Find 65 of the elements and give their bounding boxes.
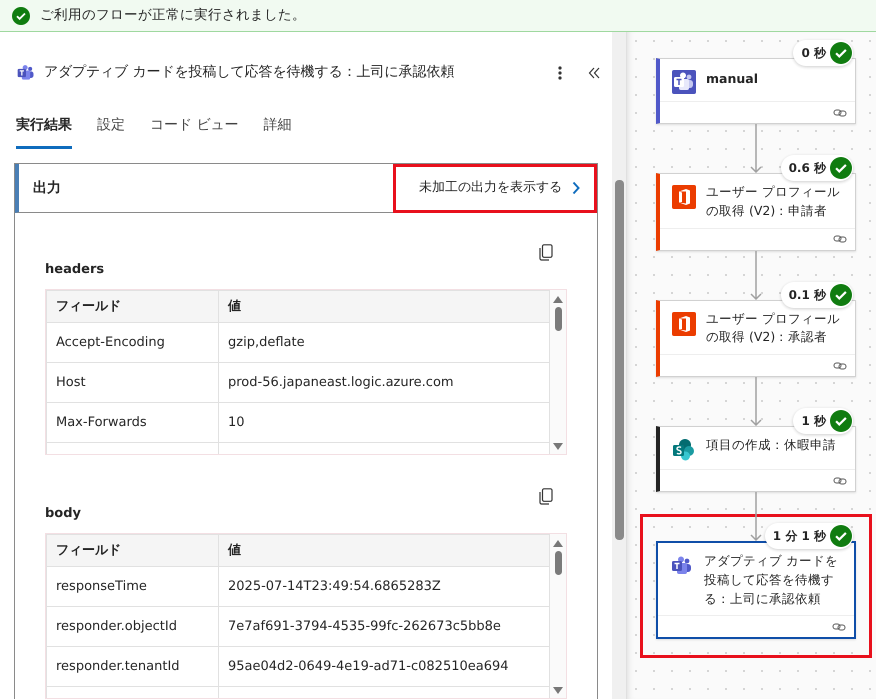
office-icon	[672, 185, 696, 209]
teams-icon	[672, 70, 696, 94]
link-icon[interactable]	[832, 622, 846, 632]
table-cell: 2025-07-14T23:49:54.6865283Z	[218, 566, 550, 606]
panel-title: アダプティブ カードを投稿して応答を待機する：上司に承認依頼	[44, 63, 454, 82]
scroll-up-icon[interactable]	[553, 296, 563, 303]
flow-node[interactable]: ユーザー プロフィールの取得 (V2)：申請者	[656, 173, 856, 250]
sharepoint-icon	[672, 438, 696, 462]
link-icon[interactable]	[833, 476, 847, 486]
raw-output-link[interactable]: 未加工の出力を表示する	[393, 164, 597, 212]
copy-icon[interactable]	[539, 488, 553, 505]
scroll-thumb[interactable]	[554, 307, 562, 331]
table-cell: prod-56.japaneast.logic.azure.com	[218, 362, 550, 402]
tab[interactable]: 設定	[97, 111, 125, 149]
flow-node[interactable]: ユーザー プロフィールの取得 (V2)：承認者	[656, 300, 856, 377]
table-scrollbar[interactable]	[550, 290, 566, 454]
table-cell: Max-Forwards	[46, 402, 218, 442]
table-cell: gzip,deflate	[218, 322, 550, 362]
table-cell: 95ae04d2-0649-4e19-ad71-c082510ea694	[218, 646, 550, 686]
collapse-icon[interactable]	[588, 66, 600, 78]
node-title: 項目の作成：休暇申請	[706, 436, 836, 454]
scroll-thumb[interactable]	[554, 551, 562, 575]
node-title: アダプティブ カードを投稿して応答を待機する：上司に承認依頼	[704, 552, 839, 608]
teams-icon	[16, 62, 36, 82]
table-cell: Host	[46, 362, 218, 402]
tab[interactable]: 実行結果	[16, 111, 72, 149]
link-icon[interactable]	[833, 234, 847, 244]
copy-icon[interactable]	[539, 244, 553, 261]
flow-node[interactable]: 項目の作成：休暇申請	[656, 426, 856, 492]
table-cell: 10	[218, 402, 550, 442]
flow-node[interactable]: manual	[656, 58, 856, 124]
node-title: manual	[706, 70, 758, 88]
link-icon[interactable]	[833, 360, 847, 370]
table-cell: Accept-Encoding	[46, 322, 218, 362]
node-title: ユーザー プロフィールの取得 (V2)：承認者	[706, 310, 841, 346]
connector-arrow	[750, 377, 762, 426]
flow-node[interactable]: アダプティブ カードを投稿して応答を待機する：上司に承認依頼	[656, 541, 856, 640]
scroll-up-icon[interactable]	[553, 540, 563, 547]
connector-arrow	[750, 492, 762, 541]
chevron-right-icon	[572, 181, 580, 195]
table-scrollbar[interactable]	[550, 534, 566, 698]
scroll-down-icon[interactable]	[553, 687, 563, 694]
connector-arrow	[750, 250, 762, 300]
office-icon	[672, 312, 696, 336]
connector-arrow	[750, 124, 762, 173]
tab[interactable]: コード ビュー	[150, 111, 238, 149]
tab[interactable]: 詳細	[263, 111, 292, 149]
section-title: body	[45, 504, 82, 522]
scroll-down-icon[interactable]	[553, 443, 563, 450]
link-icon[interactable]	[833, 108, 847, 118]
section-title: headers	[45, 260, 104, 278]
scrollbar[interactable]	[612, 32, 626, 699]
table-cell: responder.objectId	[46, 606, 218, 646]
success-icon	[12, 6, 30, 24]
column-header: フィールド	[46, 290, 218, 322]
status-message: ご利用のフローが正常に実行されました。	[40, 6, 306, 26]
column-header: 値	[218, 534, 550, 566]
table-cell: 7e7af691-3794-4535-99fc-262673c5bb8e	[218, 606, 550, 646]
table-cell: responder.tenantId	[46, 646, 218, 686]
more-icon[interactable]	[558, 64, 562, 80]
output-title: 出力	[32, 178, 61, 198]
column-header: 値	[218, 290, 550, 322]
node-title: ユーザー プロフィールの取得 (V2)：申請者	[706, 183, 841, 220]
column-header: フィールド	[46, 534, 218, 566]
table-cell: responseTime	[46, 566, 218, 606]
